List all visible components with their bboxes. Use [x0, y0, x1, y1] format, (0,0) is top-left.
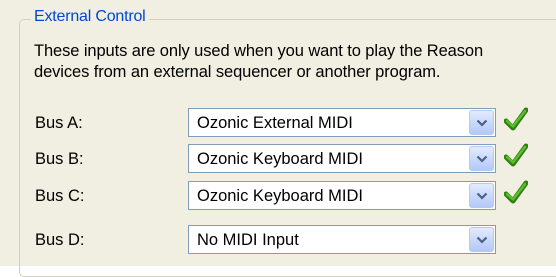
bus-a-dropdown-button[interactable] [469, 110, 494, 135]
chevron-down-icon [476, 155, 488, 163]
chevron-down-icon [476, 119, 488, 127]
description-text: These inputs are only used when you want… [34, 41, 544, 83]
bus-b-dropdown-button[interactable] [469, 146, 494, 171]
chevron-down-icon [476, 192, 488, 200]
bus-d-select[interactable]: No MIDI Input [188, 225, 496, 254]
checkmark-icon [504, 107, 528, 131]
bus-c-value: Ozonic Keyboard MIDI [197, 187, 363, 205]
bus-a-label: Bus A: [35, 114, 83, 132]
bus-c-row: Bus C: Ozonic Keyboard MIDI [0, 179, 556, 211]
description-line-2: devices from an external sequencer or an… [34, 63, 441, 81]
bus-a-value: Ozonic External MIDI [197, 114, 353, 132]
chevron-down-icon [476, 236, 488, 244]
bus-b-select[interactable]: Ozonic Keyboard MIDI [188, 144, 496, 173]
bus-c-label: Bus C: [35, 187, 85, 205]
bus-c-select[interactable]: Ozonic Keyboard MIDI [188, 181, 496, 210]
bus-a-select[interactable]: Ozonic External MIDI [188, 108, 496, 137]
bus-d-label: Bus D: [35, 231, 85, 249]
groupbox-title: External Control [31, 7, 149, 27]
bus-d-row: Bus D: No MIDI Input [0, 223, 556, 255]
bus-d-dropdown-button[interactable] [469, 227, 494, 252]
external-control-panel: External Control These inputs are only u… [0, 0, 556, 277]
bus-b-label: Bus B: [35, 150, 84, 168]
bus-b-value: Ozonic Keyboard MIDI [197, 150, 363, 168]
bus-b-row: Bus B: Ozonic Keyboard MIDI [0, 142, 556, 174]
description-line-1: These inputs are only used when you want… [34, 42, 484, 60]
bus-c-dropdown-button[interactable] [469, 183, 494, 208]
bus-d-value: No MIDI Input [197, 231, 299, 249]
bus-a-row: Bus A: Ozonic External MIDI [0, 106, 556, 138]
checkmark-icon [504, 180, 528, 204]
checkmark-icon [504, 143, 528, 167]
